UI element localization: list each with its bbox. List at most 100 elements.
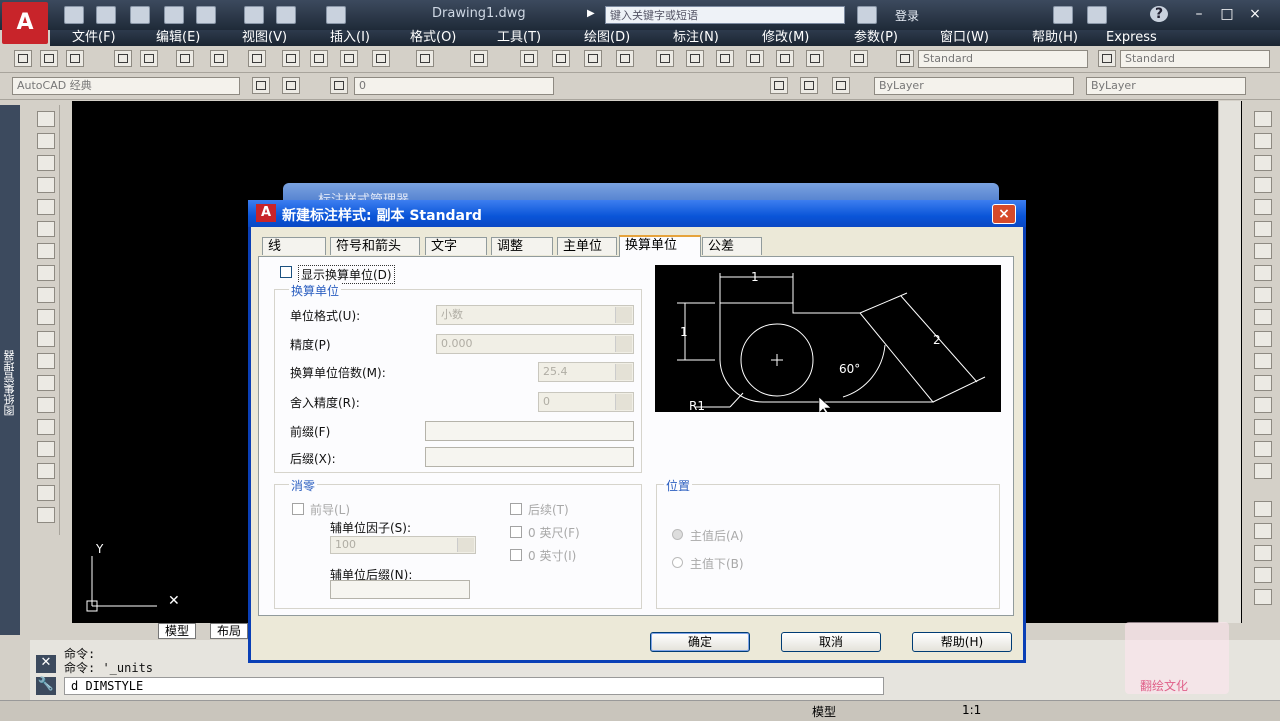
- close-window-button[interactable]: ×: [1246, 6, 1264, 22]
- tab-model[interactable]: 模型: [158, 623, 197, 639]
- sheet-set-icon[interactable]: [746, 50, 764, 67]
- bring-front-icon[interactable]: [1254, 523, 1272, 539]
- open-icon[interactable]: [40, 50, 58, 67]
- new-icon[interactable]: [14, 50, 32, 67]
- stretch-icon[interactable]: [1254, 287, 1272, 303]
- ellipse-arc-icon[interactable]: [37, 331, 55, 347]
- display-alt-units-checkbox[interactable]: [280, 266, 292, 278]
- tab-primary-units[interactable]: 主单位: [557, 237, 617, 255]
- menu-insert[interactable]: 插入(I): [330, 30, 370, 46]
- redo-icon[interactable]: [326, 6, 346, 24]
- linetype-select[interactable]: ByLayer: [1086, 77, 1246, 95]
- ok-button[interactable]: 确定: [650, 632, 750, 652]
- sign-in-button[interactable]: 登录: [895, 7, 919, 24]
- save-icon[interactable]: [130, 6, 150, 24]
- text-style-icon[interactable]: [896, 50, 914, 67]
- construction-line-icon[interactable]: [37, 133, 55, 149]
- rectangle-icon[interactable]: [37, 199, 55, 215]
- tab-fit[interactable]: 调整: [491, 237, 553, 255]
- feet-checkbox[interactable]: [510, 526, 522, 538]
- draw-order-icon[interactable]: [1254, 501, 1272, 517]
- table-icon[interactable]: [37, 485, 55, 501]
- undo-icon[interactable]: [416, 50, 434, 67]
- leading-checkbox[interactable]: [292, 503, 304, 515]
- maximize-button[interactable]: □: [1218, 6, 1236, 22]
- tab-alternate-units[interactable]: 换算单位: [619, 235, 701, 257]
- tab-tolerances[interactable]: 公差: [702, 237, 762, 255]
- scale-icon[interactable]: [1254, 265, 1272, 281]
- spline-icon[interactable]: [37, 287, 55, 303]
- explode-icon[interactable]: [1254, 463, 1272, 479]
- move-icon[interactable]: [1254, 221, 1272, 237]
- hatch-icon[interactable]: [37, 419, 55, 435]
- properties-icon[interactable]: [656, 50, 674, 67]
- binoculars-icon[interactable]: [857, 6, 877, 24]
- color-select[interactable]: ByLayer: [874, 77, 1074, 95]
- plot-icon[interactable]: [196, 6, 216, 24]
- make-block-icon[interactable]: [37, 375, 55, 391]
- gradient-icon[interactable]: [37, 441, 55, 457]
- workspace-select[interactable]: AutoCAD 经典: [12, 77, 240, 95]
- suffix-input[interactable]: [425, 447, 634, 467]
- match-properties-icon[interactable]: [340, 50, 358, 67]
- break-icon[interactable]: [1254, 353, 1272, 369]
- array-icon[interactable]: [1254, 199, 1272, 215]
- minimize-button[interactable]: –: [1190, 6, 1208, 22]
- save-icon[interactable]: [66, 50, 84, 67]
- menu-help[interactable]: 帮助(H): [1032, 30, 1078, 46]
- new-file-icon[interactable]: [64, 6, 84, 24]
- exchange-icon[interactable]: [1053, 6, 1073, 24]
- save-as-icon[interactable]: [164, 6, 184, 24]
- multiplier-spinner[interactable]: 25.4: [538, 362, 634, 382]
- menu-view[interactable]: 视图(V): [242, 30, 287, 46]
- round-off-spinner[interactable]: 0: [538, 392, 634, 412]
- open-file-icon[interactable]: [96, 6, 116, 24]
- insert-block-icon[interactable]: [37, 353, 55, 369]
- copy-object-icon[interactable]: [1254, 133, 1272, 149]
- menu-edit[interactable]: 编辑(E): [156, 30, 200, 46]
- menu-modify[interactable]: 修改(M): [762, 30, 809, 46]
- mirror-icon[interactable]: [1254, 155, 1272, 171]
- layer-previous-icon[interactable]: [770, 77, 788, 94]
- tab-layout[interactable]: 布局: [210, 623, 249, 639]
- search-arrow-icon[interactable]: ▶: [587, 8, 595, 19]
- inches-checkbox[interactable]: [510, 549, 522, 561]
- help-button[interactable]: 帮助(H): [912, 632, 1012, 652]
- revision-cloud-icon[interactable]: [37, 265, 55, 281]
- extend-icon[interactable]: [1254, 331, 1272, 347]
- offset-icon[interactable]: [1254, 177, 1272, 193]
- command-settings-icon[interactable]: 🔧: [36, 677, 56, 695]
- polyline-icon[interactable]: [37, 155, 55, 171]
- redo-icon[interactable]: [470, 50, 488, 67]
- menu-window[interactable]: 窗口(W): [940, 30, 989, 46]
- workspace-save-icon[interactable]: [282, 77, 300, 94]
- app-menu-button[interactable]: A: [2, 2, 48, 44]
- layer-manager-icon[interactable]: [330, 77, 348, 94]
- triangle-warning-icon[interactable]: [1087, 6, 1107, 24]
- circle-icon[interactable]: [37, 243, 55, 259]
- menu-tools[interactable]: 工具(T): [497, 30, 541, 46]
- calculator-icon[interactable]: [806, 50, 824, 67]
- fillet-icon[interactable]: [1254, 419, 1272, 435]
- menu-format[interactable]: 格式(O): [410, 30, 456, 46]
- rotate-icon[interactable]: [1254, 243, 1272, 259]
- print-icon[interactable]: [244, 6, 264, 24]
- menu-express[interactable]: Express: [1106, 30, 1157, 46]
- region-icon[interactable]: [37, 463, 55, 479]
- polygon-icon[interactable]: [37, 177, 55, 193]
- sub-unit-factor-input[interactable]: 100: [330, 536, 476, 554]
- menu-file[interactable]: 文件(F): [72, 30, 116, 46]
- below-primary-radio[interactable]: [672, 557, 683, 568]
- annotation-scale[interactable]: 1:1: [962, 703, 981, 717]
- dialog-close-button[interactable]: ×: [992, 204, 1016, 224]
- line-icon[interactable]: [37, 111, 55, 127]
- precision-select[interactable]: 0.000: [436, 334, 634, 354]
- command-input[interactable]: d DIMSTYLE: [64, 677, 884, 695]
- tool-palettes-icon[interactable]: [716, 50, 734, 67]
- preview-icon[interactable]: [140, 50, 158, 67]
- tab-symbols-arrows[interactable]: 符号和箭头: [330, 237, 420, 255]
- cut-icon[interactable]: [248, 50, 266, 67]
- 3d-dwf-icon[interactable]: [210, 50, 228, 67]
- zoom-window-icon[interactable]: [584, 50, 602, 67]
- dim-style-select[interactable]: Standard: [1120, 50, 1270, 68]
